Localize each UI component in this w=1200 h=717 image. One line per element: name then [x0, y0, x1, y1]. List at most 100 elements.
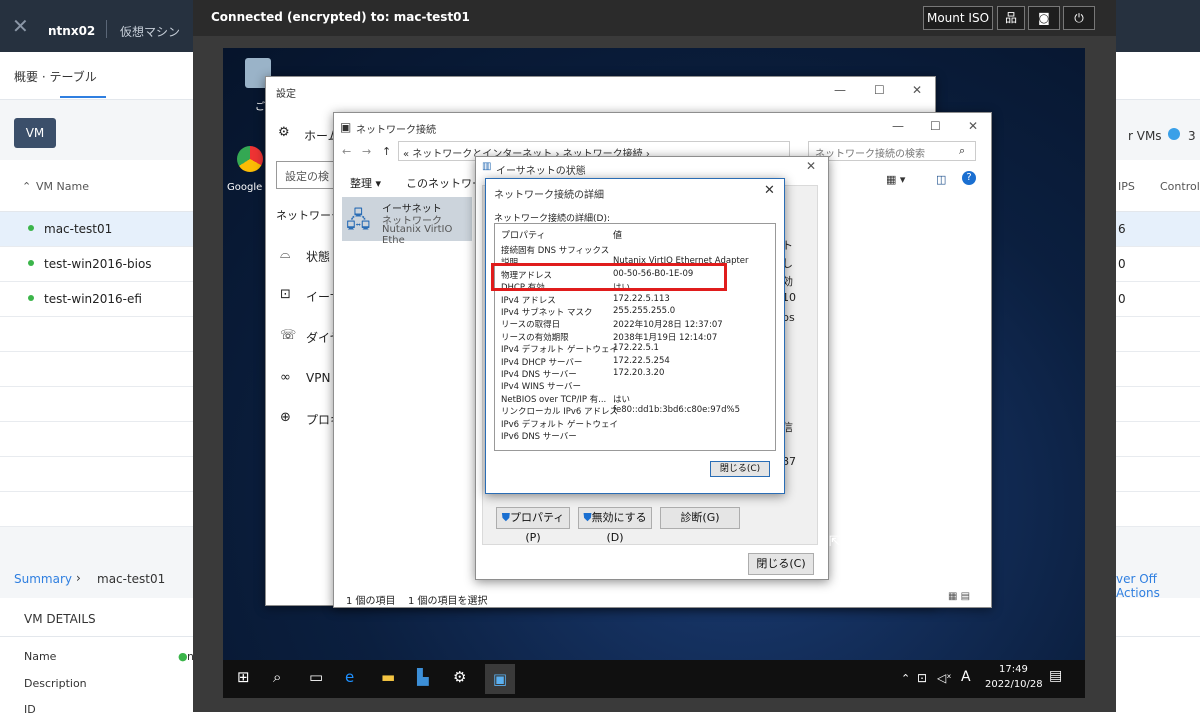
col-value[interactable]: 値 [613, 228, 622, 241]
vm-name: test-win2016-bios [44, 257, 152, 271]
details-close-button[interactable]: 閉じる(C) [710, 461, 770, 477]
organize-menu[interactable]: 整理 ▾ [350, 175, 381, 191]
tray-chevron-icon[interactable]: ⌃ [901, 672, 910, 685]
tray-volume-icon[interactable]: ◁ˣ [937, 671, 952, 685]
detail-value: 172.22.5.254 [613, 355, 670, 366]
detail-value: 172.22.5.113 [613, 293, 670, 304]
detail-value: はい [613, 394, 631, 405]
mount-iso-button[interactable]: Mount ISO [923, 6, 993, 30]
detail-property: リンクローカル IPv6 アドレス [501, 407, 618, 418]
details-listview[interactable]: プロパティ 値 接続固有 DNS サフィックス 説明 Nutanix VirtIO … [494, 223, 776, 451]
adapter-device: Nutanix VirtIO Ethe [382, 224, 453, 246]
maximize-icon[interactable]: ☐ [874, 83, 885, 97]
detail-property: IPv4 WINS サーバー [501, 382, 582, 393]
subtab-underline [60, 96, 106, 98]
disable-button[interactable]: ⛊無効にする(D) [578, 507, 652, 544]
shield-icon: ⛊ [583, 511, 592, 524]
mouse-cursor-icon: ⇱ [829, 534, 841, 550]
forward-arrow-icon[interactable]: → [362, 145, 371, 158]
minimize-icon[interactable]: — [892, 119, 904, 133]
close-icon[interactable]: ✕ [968, 119, 978, 133]
properties-button[interactable]: ⛊プロパティ(P) [496, 507, 570, 544]
back-arrow-icon[interactable]: ← [342, 145, 351, 158]
file-explorer-icon[interactable]: ▬ [381, 668, 395, 686]
col-property[interactable]: プロパティ [501, 228, 545, 241]
nutanix-logo-icon[interactable]: ✕ [12, 14, 29, 38]
status-items: 1 個の項目 [346, 596, 396, 607]
clock-time[interactable]: 17:49 [999, 664, 1028, 675]
status-icon: ⌓ [280, 247, 291, 262]
tray-network-icon[interactable]: ⊡ [917, 671, 927, 685]
detail-property: リースの取得日 [501, 320, 561, 331]
chrome-icon[interactable] [237, 146, 263, 172]
settings-item-vpn[interactable]: VPN [306, 371, 330, 385]
minimize-icon[interactable]: — [834, 83, 846, 97]
settings-item-status[interactable]: 状態 [306, 248, 330, 265]
notification-icon[interactable]: ▤ [1049, 668, 1062, 684]
settings-gear-icon[interactable]: ⚙ [453, 668, 466, 686]
ethernet-adapter-item[interactable]: 🖧 イーサネット ネットワーク Nutanix VirtIO Ethe [342, 197, 472, 246]
settings-titlebar: 設定 — ☐ ✕ [266, 77, 935, 107]
connection-details-dialog: ネットワーク接続の詳細 ✕ ネットワーク接続の詳細(D): プロパティ 値 接続… [485, 178, 785, 494]
col-vm-name[interactable]: VM Name [36, 180, 89, 193]
subtab-overview-table[interactable]: 概要 · テーブル [14, 68, 97, 85]
status-dot-icon [28, 295, 34, 301]
windows-desktop: ご Google 設定 — ☐ ✕ ⚙ ホーム 設定の検 ネットワークと ⌓ 状… [223, 48, 1085, 698]
network-icon[interactable]: 品 [997, 6, 1025, 30]
maximize-icon[interactable]: ☐ [930, 119, 941, 133]
vm-name: test-win2016-efi [44, 292, 142, 306]
right-header-label: r VMs [1128, 129, 1162, 143]
diagnose-button[interactable]: 診断(G) [660, 507, 740, 529]
view-options-icon[interactable]: ▦ ▾ [886, 173, 905, 186]
ime-indicator[interactable]: A [961, 669, 971, 685]
windows-taskbar: ⊞ ⌕ ▭ e ▬ ▙ ⚙ ▣ ⌃ ⊡ ◁ˣ A 17:49 2022/10/2… [223, 660, 1085, 698]
close-icon[interactable]: ✕ [764, 183, 775, 198]
ethernet-icon: ⊡ [280, 287, 291, 302]
clock-date[interactable]: 2022/10/28 [985, 679, 1043, 690]
adapter-icon: 🖧 [346, 208, 371, 233]
server-manager-icon[interactable]: ▙ [417, 668, 429, 686]
detail-property: IPv6 デフォルト ゲートウェイ [501, 419, 618, 430]
vm-value: 0 [1118, 257, 1126, 271]
network-connections-taskbar-icon[interactable]: ▣ [485, 664, 515, 694]
up-arrow-icon[interactable]: ↑ [382, 145, 391, 158]
col-controller[interactable]: Control [1160, 180, 1200, 193]
netconn-search-input[interactable]: ネットワーク接続の検索 ⌕ [808, 141, 976, 161]
edge-icon[interactable]: e [345, 668, 354, 686]
camera-icon[interactable]: ◙ [1028, 6, 1060, 30]
globe-icon: ⊕ [280, 410, 291, 425]
highlight-physical-address [491, 263, 727, 291]
help-icon[interactable]: ? [962, 171, 976, 185]
detail-value: fe80::dd1b:3bd6:c80e:97d%5 [613, 405, 740, 416]
details-view-icon[interactable]: ▦ ▤ [948, 591, 970, 602]
header-divider [106, 20, 107, 38]
detail-property: NetBIOS over TCP/IP 有... [501, 394, 607, 405]
power-icon[interactable]: ⏻ [1063, 6, 1095, 30]
task-view-icon[interactable]: ▭ [309, 668, 323, 686]
preview-pane-icon[interactable]: ◫ [936, 173, 946, 186]
nav-vm-menu[interactable]: 仮想マシン [120, 23, 180, 40]
search-icon[interactable]: ⌕ [273, 668, 281, 686]
create-vm-button[interactable]: VM [14, 118, 56, 148]
start-icon[interactable]: ⊞ [237, 668, 250, 686]
summary-link[interactable]: Summary [14, 572, 72, 586]
ethstatus-close-button[interactable]: 閉じる(C) [748, 553, 814, 575]
close-icon[interactable]: ✕ [912, 83, 922, 97]
netconn-titlebar: ▣ ネットワーク接続 — ☐ ✕ [334, 113, 991, 143]
cluster-name[interactable]: ntnx02 [48, 24, 95, 38]
netconn-window-icon: ▣ [340, 120, 352, 134]
col-ips[interactable]: IPS [1118, 180, 1135, 193]
summary-vm-name: mac-test01 [97, 572, 166, 586]
detail-property: IPv4 デフォルト ゲートウェイ [501, 345, 618, 356]
ethstatus-icon: ▥ [482, 161, 492, 172]
close-icon[interactable]: ✕ [806, 159, 816, 173]
power-off-actions[interactable]: ver Off Actions [1116, 572, 1200, 600]
ethstatus-titlebar: ▥ イーサネットの状態 ✕ [476, 157, 828, 179]
vm-value: 6 [1118, 222, 1126, 236]
status-dot-icon [28, 260, 34, 266]
detail-property: IPv4 DHCP サーバー [501, 357, 583, 368]
detail-property: IPv4 アドレス [501, 295, 556, 306]
shield-icon: ⛊ [501, 511, 510, 524]
right-header-count: 3 [1188, 129, 1196, 143]
home-gear-icon[interactable]: ⚙ [278, 125, 290, 140]
